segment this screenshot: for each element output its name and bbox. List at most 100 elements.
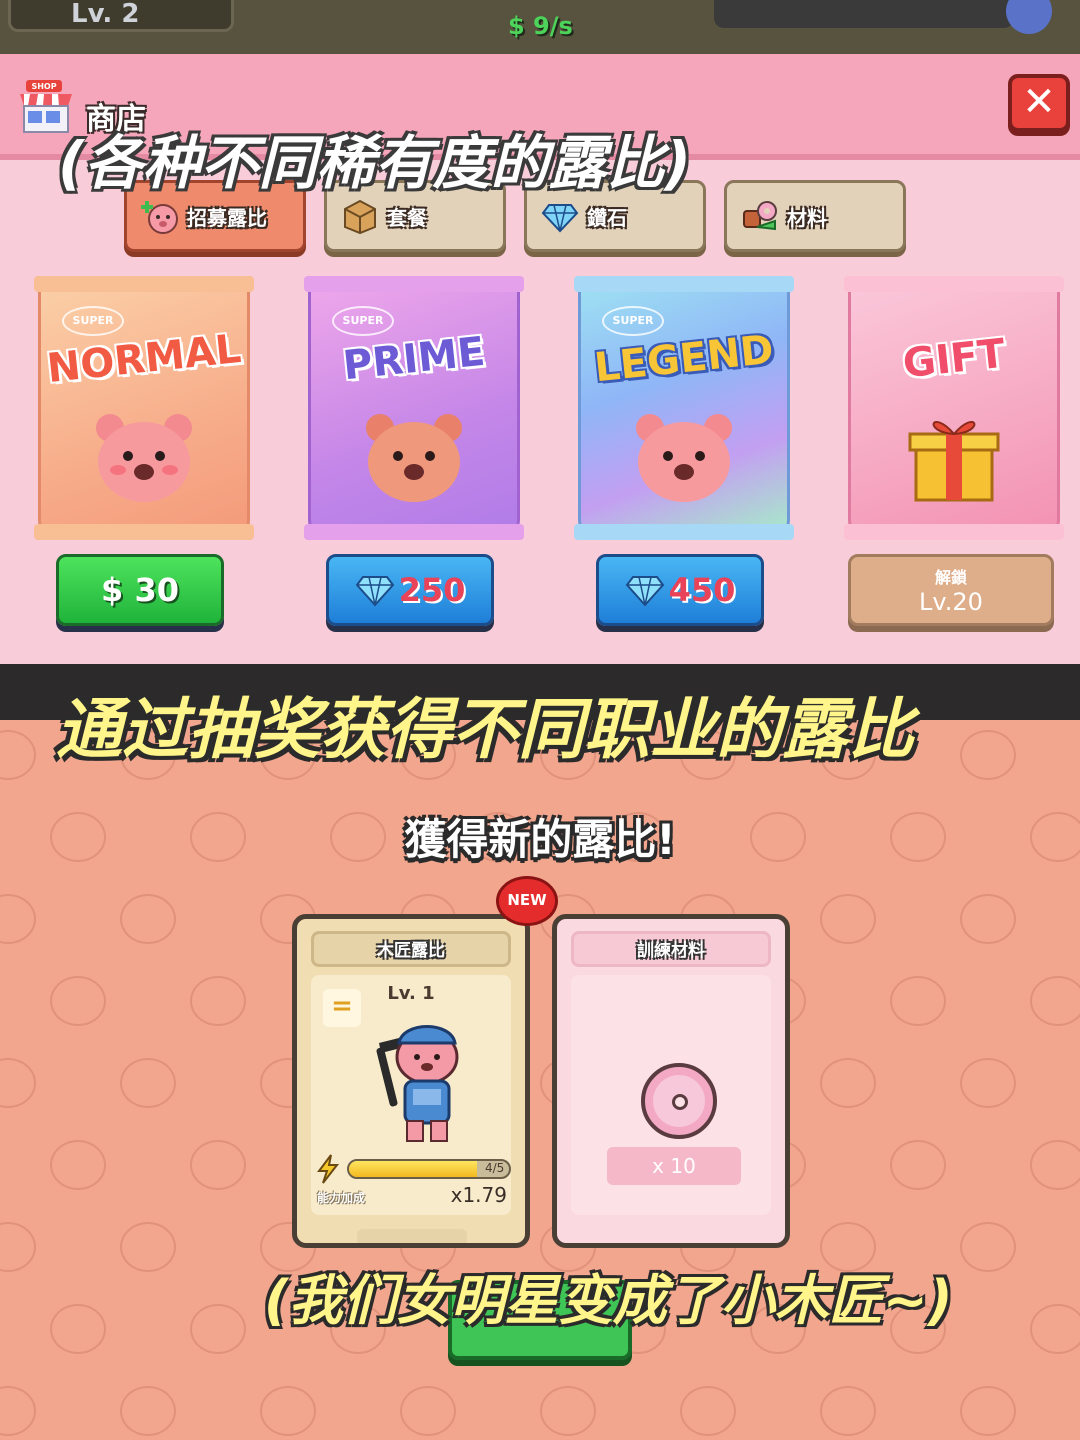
energy-count: 4/5: [485, 1161, 505, 1175]
diamond-icon: [541, 204, 579, 233]
pack-crimp: [304, 524, 524, 540]
pattern-face: [120, 894, 176, 944]
unlock-level: Lv.20: [919, 588, 983, 616]
pattern-face: [890, 1140, 946, 1190]
svg-text:SHOP: SHOP: [31, 82, 56, 91]
pack-gift[interactable]: GIFT: [840, 276, 1066, 544]
quokka-face-icon: [366, 414, 462, 502]
pattern-face: [190, 976, 246, 1026]
pattern-face: [120, 1222, 176, 1272]
caption-rarity: (各种不同稀有度的露比): [58, 129, 692, 197]
multiplier: x1.79: [450, 1183, 507, 1207]
pattern-face: [540, 1386, 596, 1436]
box-icon: [344, 199, 376, 235]
pattern-face: [960, 1222, 1016, 1272]
pattern-face: [120, 1058, 176, 1108]
pattern-face: [0, 1222, 36, 1272]
tab-materials[interactable]: 材料: [724, 180, 906, 252]
pack-crimp: [34, 276, 254, 292]
material-quantity: x 10: [607, 1147, 741, 1185]
income-rate: $ 9/s: [508, 12, 573, 40]
pattern-face: [190, 1304, 246, 1354]
character-card[interactable]: 木匠露比 Lv. 1 = 4/5 能力加成 x1.79: [292, 914, 530, 1248]
material-card-body: x 10: [571, 975, 771, 1215]
pack-crimp: [844, 524, 1064, 540]
stat-label: 能力加成: [317, 1191, 366, 1205]
carpenter-quokka-icon: [376, 1025, 459, 1142]
pattern-face: [120, 1386, 176, 1436]
pattern-face: [890, 976, 946, 1026]
player-level-text: Lv. 2: [71, 0, 140, 29]
materials-icon: [743, 201, 777, 231]
new-badge: NEW: [496, 876, 558, 926]
buy-normal-button[interactable]: $ 30: [56, 554, 224, 626]
pack-crimp: [34, 524, 254, 540]
hud-resource-bar: [714, 0, 1014, 28]
pack-prime[interactable]: SUPER PRIME: [300, 276, 526, 544]
pattern-face: [680, 1386, 736, 1436]
pack-list: SUPER NORMAL SUPER PRIME SUPER LEGEND GI…: [24, 276, 1064, 546]
reward-title: 獲得新的露比!: [404, 815, 676, 864]
caption-lottery: 通过抽奖获得不同职业的露比: [56, 691, 914, 768]
tab-label: 鑽石: [587, 205, 627, 230]
pack-crimp: [304, 276, 524, 292]
pattern-face: [190, 1140, 246, 1190]
pattern-face: [960, 894, 1016, 944]
pattern-face: [0, 1386, 36, 1436]
pack-super-label: SUPER: [332, 306, 394, 336]
pack-normal[interactable]: SUPER NORMAL: [30, 276, 256, 544]
price-label: 450: [668, 571, 736, 609]
quokka-plus-icon: [141, 201, 178, 234]
pattern-face: [1030, 1304, 1080, 1354]
close-button[interactable]: ✕: [1008, 74, 1070, 132]
quokka-face-icon: [96, 414, 192, 502]
price-label: 250: [398, 571, 466, 609]
donut-icon: [641, 1063, 717, 1139]
gift-locked-button[interactable]: 解鎖 Lv.20: [848, 554, 1054, 626]
top-hud: Lv. 2 $ 9/s: [0, 0, 1080, 54]
quokka-face-icon: [636, 414, 732, 502]
pattern-face: [260, 1386, 316, 1436]
lightning-icon: [317, 1154, 340, 1184]
pattern-face: [50, 976, 106, 1026]
pattern-face: [1030, 1140, 1080, 1190]
character-card-body: Lv. 1 = 4/5 能力加成 x1.79: [311, 975, 511, 1215]
pattern-face: [960, 730, 1016, 780]
card-foot: [357, 1229, 467, 1243]
tab-label: 套餐: [387, 205, 427, 230]
pack-super-label: SUPER: [62, 306, 124, 336]
pattern-face: [50, 1140, 106, 1190]
diamond-icon: [355, 576, 394, 607]
tab-label: 材料: [787, 205, 827, 230]
energy-bar-fill: [349, 1161, 477, 1177]
pack-legend[interactable]: SUPER LEGEND: [570, 276, 796, 544]
material-card[interactable]: 訓練材料 x 10: [552, 914, 790, 1248]
unlock-label: 解鎖: [934, 568, 967, 587]
pack-super-label: SUPER: [602, 306, 664, 336]
material-name: 訓練材料: [571, 931, 771, 967]
price-label: $ 30: [101, 571, 179, 609]
pattern-face: [0, 1058, 36, 1108]
pattern-face: [400, 1386, 456, 1436]
gift-box-icon: [908, 421, 1000, 502]
pattern-face: [820, 1386, 876, 1436]
pattern-face: [0, 894, 36, 944]
buy-legend-button[interactable]: 450: [596, 554, 764, 626]
pack-crimp: [574, 276, 794, 292]
pattern-face: [820, 894, 876, 944]
pattern-face: [1030, 976, 1080, 1026]
player-level-badge[interactable]: Lv. 2: [8, 0, 234, 32]
pattern-face: [0, 730, 36, 780]
character-name: 木匠露比: [311, 931, 511, 967]
pattern-face: [820, 1058, 876, 1108]
diamond-icon: [625, 576, 664, 607]
tab-label: 招募露比: [187, 205, 267, 230]
pattern-face: [960, 1058, 1016, 1108]
pack-crimp: [844, 276, 1064, 292]
pack-crimp: [574, 524, 794, 540]
pattern-face: [50, 1304, 106, 1354]
buy-prime-button[interactable]: 250: [326, 554, 494, 626]
pattern-face: [960, 1386, 1016, 1436]
settings-gear-icon[interactable]: [1006, 0, 1052, 34]
caption-carpenter: (我们女明星变成了小木匠~): [264, 1269, 953, 1332]
